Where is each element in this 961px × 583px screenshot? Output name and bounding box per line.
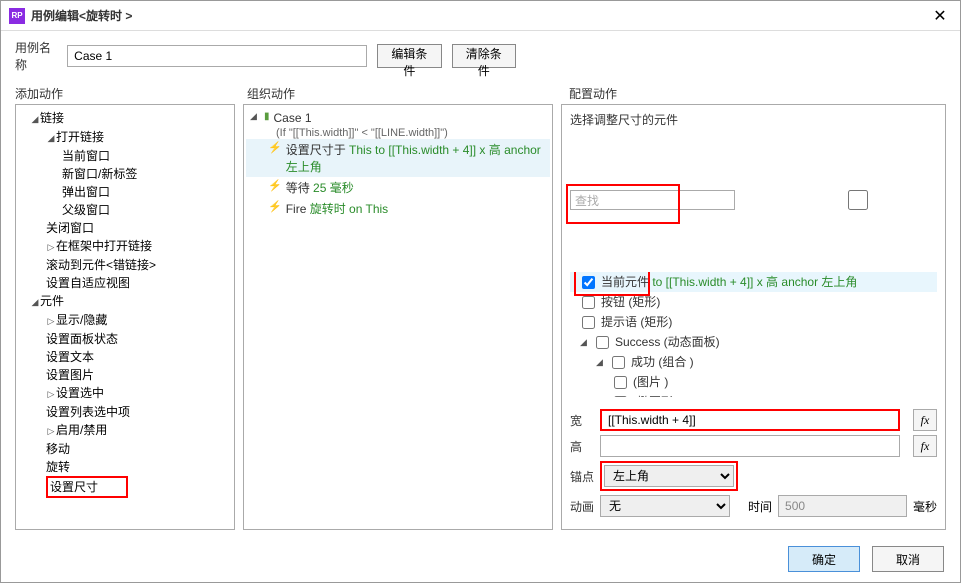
tree-enable-disable[interactable]: 启用/禁用 (56, 423, 107, 437)
anchor-select[interactable]: 左上角 (604, 465, 734, 487)
tree-set-image[interactable]: 设置图片 (46, 368, 94, 382)
widget-checkbox[interactable] (582, 316, 595, 329)
case-title[interactable]: Case 1 (274, 111, 312, 125)
collapse-icon[interactable]: ▷ (46, 422, 56, 440)
tree-set-adaptive[interactable]: 设置自适应视图 (46, 276, 130, 290)
section-org-label: 组织动作 (247, 85, 559, 102)
ms-label: 毫秒 (913, 498, 937, 515)
config-header: 选择调整尺寸的元件 (562, 105, 945, 132)
bolt-icon: ⚡ (268, 200, 282, 213)
anim-select[interactable]: 无 (600, 495, 730, 517)
width-label: 宽 (570, 412, 594, 429)
tree-show-hide[interactable]: 显示/隐藏 (56, 313, 107, 327)
widget-success-group[interactable]: 成功 (组合 ) (631, 354, 694, 370)
search-input[interactable] (570, 190, 735, 210)
window-title: 用例编辑<旋转时 > (31, 7, 928, 24)
action-set-size[interactable]: 设置尺寸于 (286, 143, 349, 157)
expand-icon[interactable]: ◢ (250, 111, 260, 122)
height-input[interactable] (600, 435, 900, 457)
case-name-input[interactable] (67, 45, 367, 67)
tree-rotate[interactable]: 旋转 (46, 460, 70, 474)
clear-condition-button[interactable]: 清除条件 (452, 44, 516, 68)
cancel-button[interactable]: 取消 (872, 546, 944, 572)
widget-image[interactable]: (图片 ) (633, 374, 668, 390)
expand-icon[interactable]: ◢ (30, 293, 40, 311)
tree-group-link[interactable]: 链接 (40, 111, 64, 125)
widget-button[interactable]: 按钮 (矩形) (601, 294, 660, 310)
bolt-icon: ⚡ (268, 179, 282, 192)
widget-current-detail: to [[This.width + 4]] x 高 anchor 左上角 (652, 275, 857, 289)
tree-set-list[interactable]: 设置列表选中项 (46, 405, 130, 419)
tree-set-panel[interactable]: 设置面板状态 (46, 332, 118, 346)
width-input[interactable] (600, 409, 900, 431)
tree-scroll-to[interactable]: 滚动到元件<错链接> (46, 258, 156, 272)
expand-icon[interactable]: ◢ (596, 354, 606, 370)
expand-icon[interactable]: ◢ (580, 334, 590, 350)
close-icon[interactable]: ✕ (928, 4, 952, 28)
widget-checkbox[interactable] (614, 396, 627, 398)
tree-set-text[interactable]: 设置文本 (46, 350, 94, 364)
tree-set-size[interactable]: 设置尺寸 (46, 476, 128, 498)
configure-action-panel: 选择调整尺寸的元件 隐藏未命名的元件 当前元件 to [[This.width … (561, 104, 946, 530)
folder-icon: ▮ (264, 111, 270, 122)
organize-action-panel: ◢ ▮ Case 1 (If "[[This.width]]" < "[[LINE.… (243, 104, 553, 530)
tree-open-link[interactable]: 打开链接 (56, 130, 104, 144)
widget-current-label[interactable]: 当前元件 (601, 275, 652, 289)
widget-ellipse[interactable]: (椭圆形) (633, 394, 677, 397)
tree-item[interactable]: 父级窗口 (62, 203, 110, 217)
action-fire[interactable]: Fire (286, 202, 310, 216)
anim-label: 动画 (570, 498, 594, 515)
widget-checkbox[interactable] (614, 376, 627, 389)
edit-condition-button[interactable]: 编辑条件 (377, 44, 441, 68)
widget-hint[interactable]: 提示语 (矩形) (601, 314, 672, 330)
collapse-icon[interactable]: ▷ (46, 238, 56, 256)
fx-button-width[interactable]: fx (913, 409, 937, 431)
tree-open-in-frame[interactable]: 在框架中打开链接 (56, 239, 152, 253)
widget-checkbox[interactable] (582, 296, 595, 309)
collapse-icon[interactable]: ▷ (46, 385, 56, 403)
height-label: 高 (570, 438, 594, 455)
action-wait[interactable]: 等待 (286, 181, 313, 195)
section-conf-label: 配置动作 (569, 85, 617, 102)
fx-button-height[interactable]: fx (913, 435, 937, 457)
tree-item[interactable]: 新窗口/新标签 (62, 167, 137, 181)
time-input (778, 495, 907, 517)
hide-unnamed-checkbox[interactable] (743, 190, 946, 210)
widget-checkbox[interactable] (596, 336, 609, 349)
add-action-panel: ◢链接 ◢打开链接 当前窗口 新窗口/新标签 弹出窗口 父级窗口 关闭窗口 ▷在… (15, 104, 235, 530)
tree-group-widget[interactable]: 元件 (40, 294, 64, 308)
widget-checkbox-current[interactable] (582, 276, 595, 289)
hide-unnamed-toggle[interactable]: 隐藏未命名的元件 (743, 132, 946, 268)
widget-checkbox[interactable] (612, 356, 625, 369)
expand-icon[interactable]: ◢ (30, 110, 40, 128)
tree-item[interactable]: 当前窗口 (62, 149, 110, 163)
action-fire-detail: 旋转时 on This (310, 202, 388, 216)
time-label: 时间 (748, 498, 772, 515)
widget-success-panel[interactable]: Success (动态面板) (615, 334, 720, 350)
app-icon: RP (9, 8, 25, 24)
collapse-icon[interactable]: ▷ (46, 312, 56, 330)
anchor-label: 锚点 (570, 468, 594, 485)
tree-set-selected[interactable]: 设置选中 (56, 386, 104, 400)
expand-icon[interactable]: ◢ (46, 129, 56, 147)
section-add-label: 添加动作 (15, 85, 237, 102)
case-condition: (If "[[This.width]]" < "[[LINE.width]]") (246, 127, 550, 139)
tree-move[interactable]: 移动 (46, 442, 70, 456)
tree-close-window[interactable]: 关闭窗口 (46, 221, 94, 235)
ok-button[interactable]: 确定 (788, 546, 860, 572)
bolt-icon: ⚡ (268, 141, 282, 154)
case-name-label: 用例名称 (15, 39, 57, 73)
action-wait-detail: 25 毫秒 (313, 181, 354, 195)
tree-item[interactable]: 弹出窗口 (62, 185, 110, 199)
